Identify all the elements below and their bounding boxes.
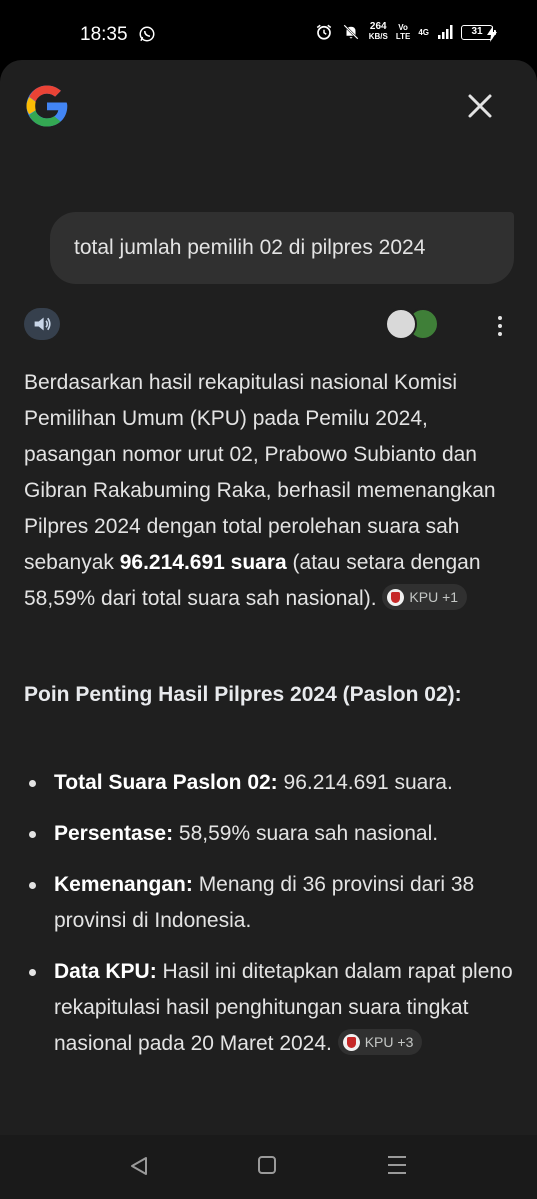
close-icon[interactable] xyxy=(462,88,498,124)
volte-top: Vo xyxy=(398,23,408,32)
net-speed-unit: KB/S xyxy=(368,32,388,41)
recents-icon[interactable] xyxy=(388,1156,406,1180)
query-bubble[interactable]: total jumlah pemilih 02 di pilpres 2024 xyxy=(50,212,514,284)
kpu-logo-icon xyxy=(387,588,405,606)
volte-indicator: Vo LTE xyxy=(396,23,411,41)
bullet-label: Data KPU: xyxy=(54,960,157,983)
list-item: Total Suara Paslon 02: 96.214.691 suara. xyxy=(24,765,519,801)
battery-level: 31 xyxy=(471,25,483,37)
home-icon[interactable] xyxy=(258,1156,276,1174)
source-chip-kpu[interactable]: KPU +3 xyxy=(337,1029,423,1056)
bullet-label: Persentase: xyxy=(54,822,174,845)
status-time: 18:35 xyxy=(80,24,128,45)
query-text: total jumlah pemilih 02 di pilpres 2024 xyxy=(74,236,426,259)
alarm-icon xyxy=(316,24,331,40)
list-item: Persentase: 58,59% suara sah nasional. xyxy=(24,816,519,852)
more-options-icon[interactable] xyxy=(488,310,512,342)
mute-icon xyxy=(343,24,359,40)
network-type-label: 4G xyxy=(418,27,429,37)
volte-bottom: LTE xyxy=(395,32,411,41)
status-bar: 18:35 264 KB/S Vo LTE 4G 31 xyxy=(0,0,537,60)
back-icon[interactable] xyxy=(128,1155,150,1177)
bullet-list: Total Suara Paslon 02: 96.214.691 suara.… xyxy=(24,765,519,1077)
signal-icon xyxy=(438,25,453,39)
list-item: Data KPU: Hasil ini ditetapkan dalam rap… xyxy=(24,954,519,1062)
bullet-label: Total Suara Paslon 02: xyxy=(54,771,278,794)
navigation-bar xyxy=(0,1135,537,1199)
bullet-label: Kemenangan: xyxy=(54,873,193,896)
sources-button[interactable] xyxy=(385,308,441,342)
net-speed-value: 264 xyxy=(369,21,387,32)
section-title: Poin Penting Hasil Pilpres 2024 (Paslon … xyxy=(24,683,462,706)
source-chip-kpu[interactable]: KPU +1 xyxy=(382,584,468,611)
source-chip-label: KPU +3 xyxy=(364,1034,414,1051)
assistant-panel: total jumlah pemilih 02 di pilpres 2024 … xyxy=(0,60,537,1135)
list-item: Kemenangan: Menang di 36 provinsi dari 3… xyxy=(24,867,519,939)
source-chip-label: KPU +1 xyxy=(409,589,459,606)
charging-icon xyxy=(487,26,497,42)
speaker-icon xyxy=(34,317,51,331)
answer-bold-votes: 96.214.691 suara xyxy=(119,551,287,574)
whatsapp-icon xyxy=(139,26,155,42)
kpu-source-icon xyxy=(385,308,417,340)
answer-text-1: Berdasarkan hasil rekapitulasi nasional … xyxy=(24,371,496,574)
network-type: 4G xyxy=(418,28,429,37)
status-icons: 264 KB/S Vo LTE 4G 31 xyxy=(315,22,496,42)
bullet-text: 96.214.691 suara. xyxy=(277,771,453,794)
bullet-text: 58,59% suara sah nasional. xyxy=(173,822,439,845)
read-aloud-button[interactable] xyxy=(24,308,60,340)
net-speed: 264 KB/S xyxy=(369,22,388,42)
answer-paragraph: Berdasarkan hasil rekapitulasi nasional … xyxy=(24,365,519,617)
google-g-logo xyxy=(26,85,68,127)
kpu-logo-icon xyxy=(342,1033,360,1051)
